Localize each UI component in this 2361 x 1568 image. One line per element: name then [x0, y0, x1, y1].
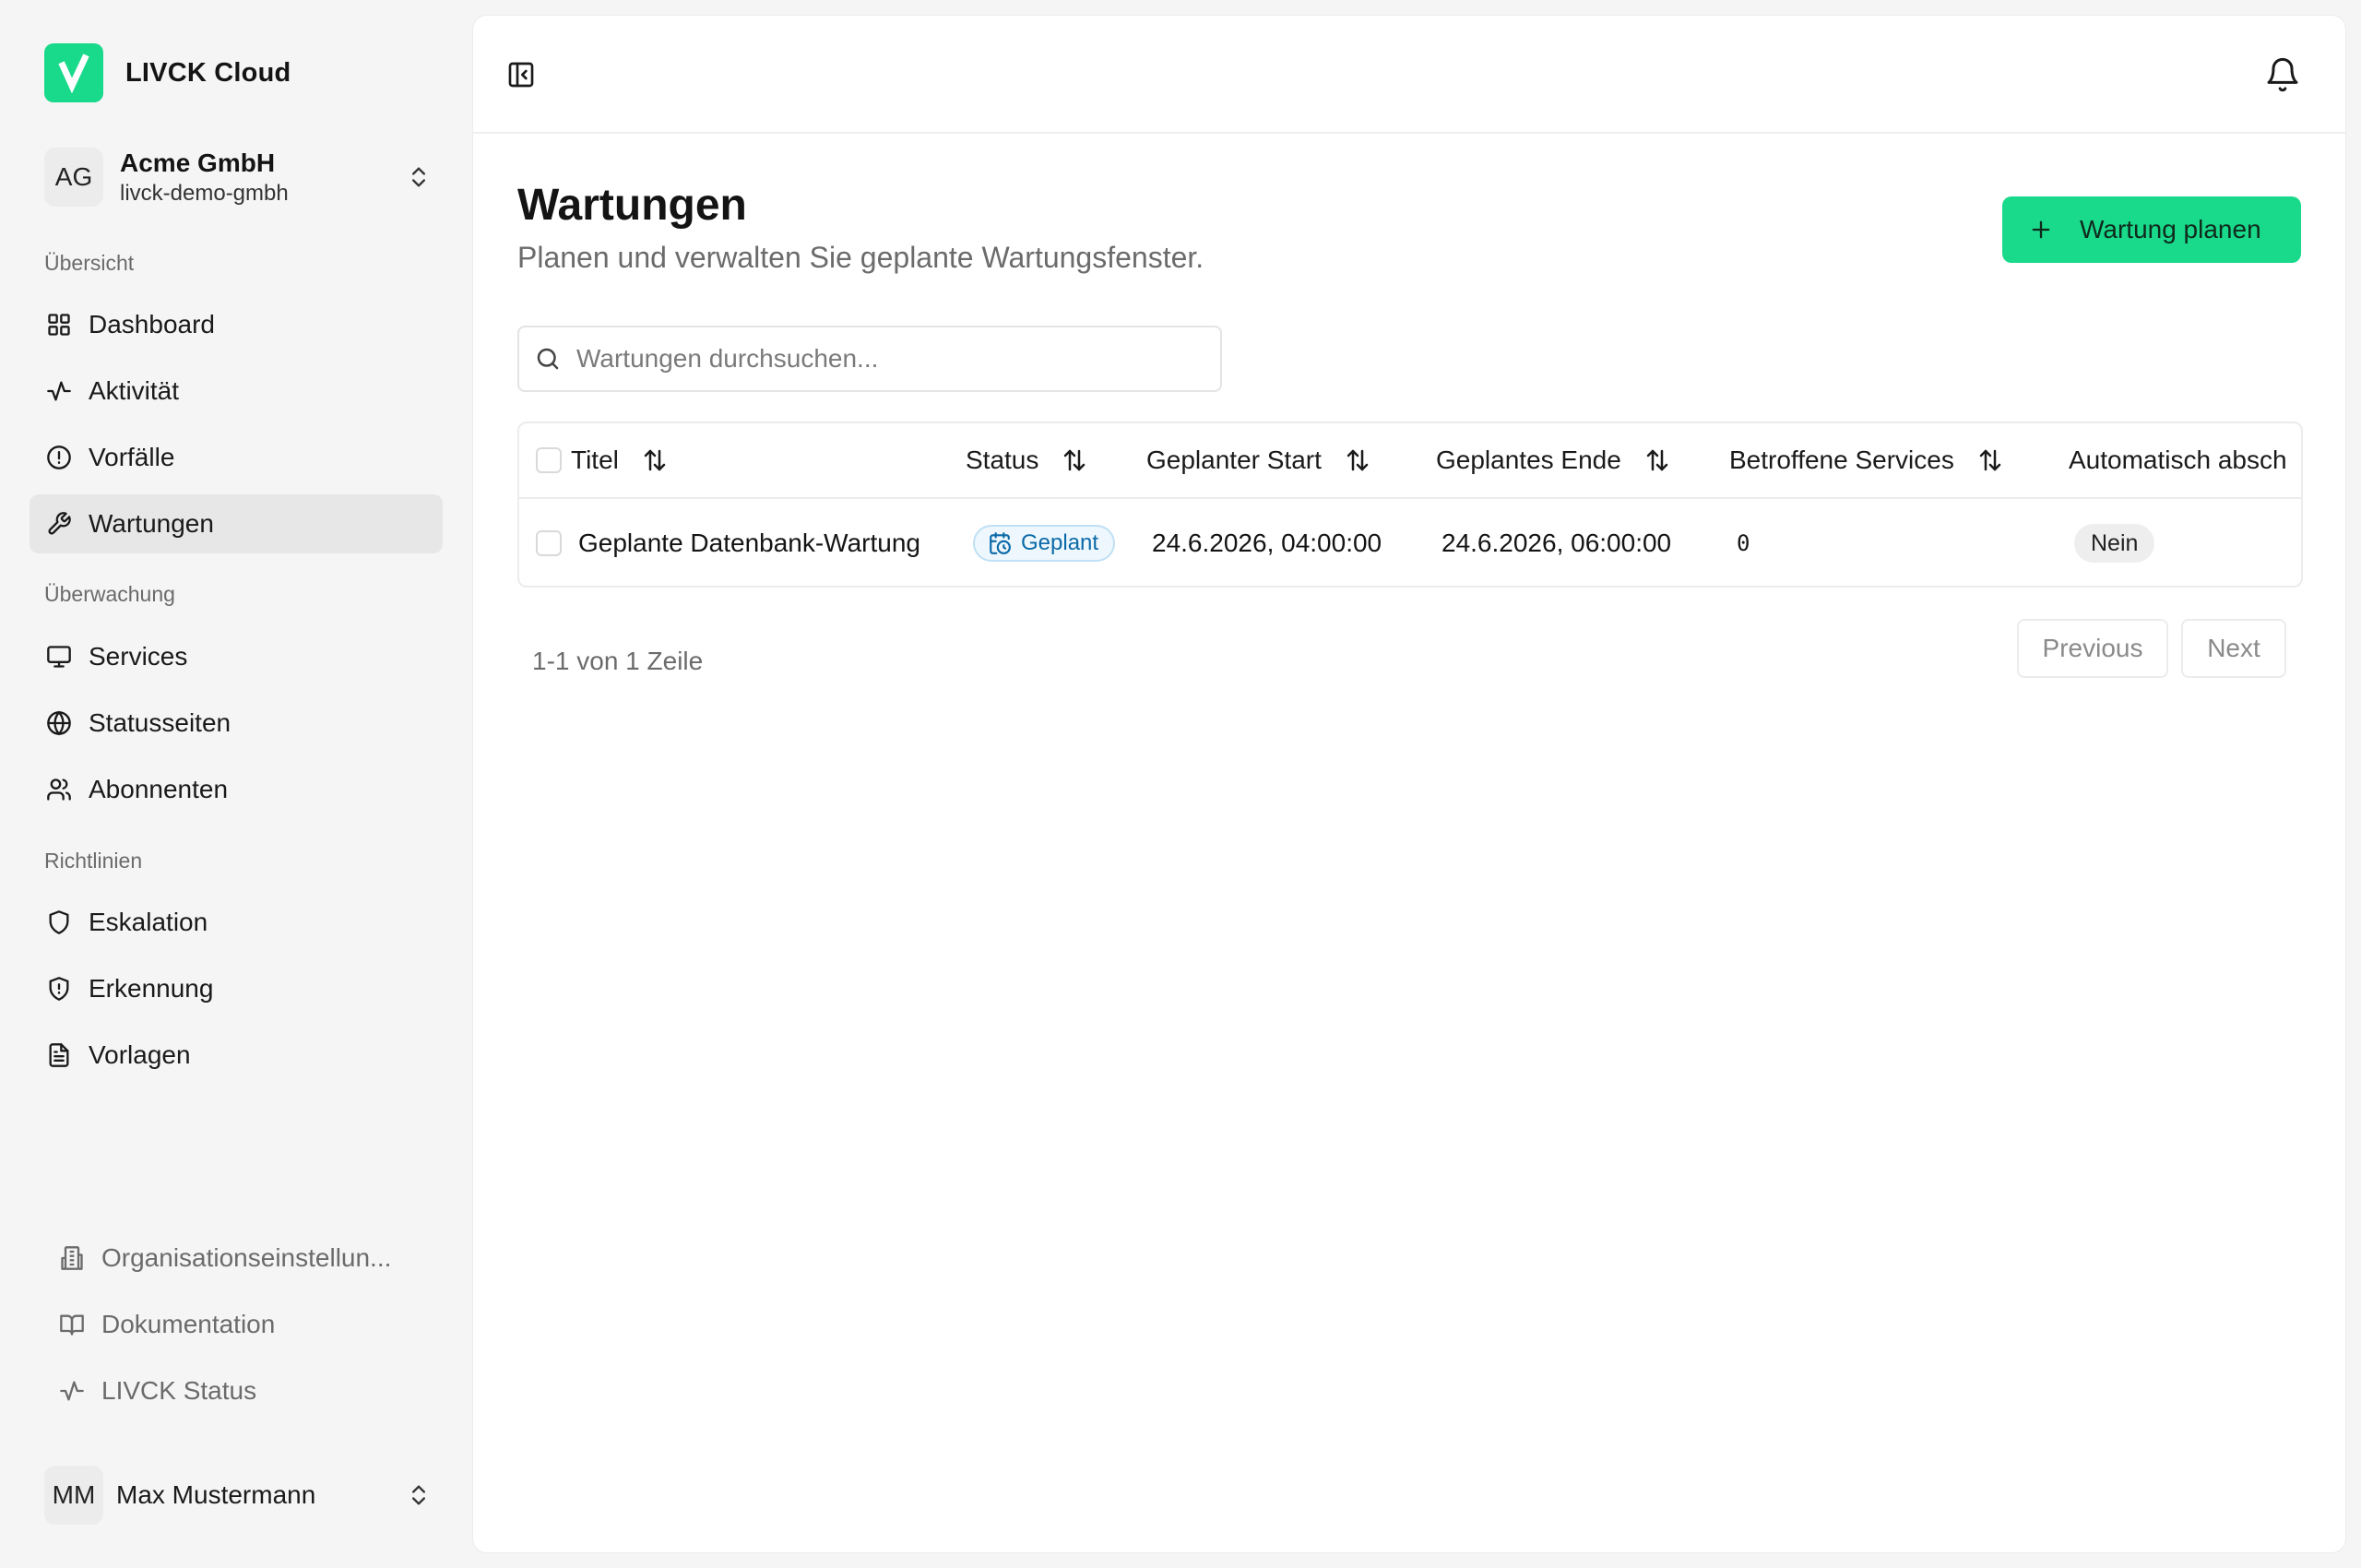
activity-pulse-icon — [44, 376, 74, 406]
column-header-end[interactable]: Geplantes Ende — [1436, 445, 1671, 475]
section-label-policies: Richtlinien — [44, 849, 143, 873]
sidebar-item-label: Dashboard — [89, 310, 215, 339]
file-text-icon — [44, 1040, 74, 1070]
brand-name: LIVCK Cloud — [125, 57, 291, 88]
column-header-status[interactable]: Status — [966, 445, 1088, 475]
layout-grid-icon — [44, 310, 74, 339]
sidebar-item-livck-status[interactable]: LIVCK Status — [44, 1363, 432, 1419]
table-row[interactable]: Geplante Datenbank-Wartung Geplant 24.6.… — [519, 499, 2301, 586]
sidebar-item-dashboard[interactable]: Dashboard — [30, 295, 443, 354]
bell-icon[interactable] — [2264, 56, 2301, 93]
sidebar-item-maintenance[interactable]: Wartungen — [30, 494, 443, 553]
sidebar: LIVCK Cloud AG Acme GmbH livck-demo-gmbh… — [0, 0, 472, 1568]
brand[interactable]: LIVCK Cloud — [44, 43, 291, 102]
search-icon — [534, 345, 562, 373]
alert-circle-icon — [44, 443, 74, 472]
sidebar-item-escalation[interactable]: Eskalation — [30, 893, 443, 952]
row-start: 24.6.2026, 04:00:00 — [1152, 529, 1382, 557]
sidebar-item-subscribers[interactable]: Abonnenten — [30, 760, 443, 819]
book-open-icon — [57, 1310, 87, 1339]
sidebar-item-label: LIVCK Status — [101, 1376, 257, 1405]
column-header-services[interactable]: Betroffene Services — [1729, 445, 2004, 475]
select-all-checkbox[interactable] — [536, 447, 562, 473]
next-page-button[interactable]: Next — [2181, 619, 2286, 678]
page-title: Wartungen — [517, 181, 747, 230]
column-header-auto-complete[interactable]: Automatisch absch — [2069, 445, 2287, 475]
sidebar-item-templates[interactable]: Vorlagen — [30, 1026, 443, 1085]
shield-icon — [44, 908, 74, 937]
arrow-up-down-icon — [1061, 446, 1088, 474]
sidebar-item-label: Erkennung — [89, 974, 214, 1003]
topbar — [473, 16, 2345, 134]
pagination-summary: 1-1 von 1 Zeile — [532, 647, 704, 675]
schedule-maintenance-button[interactable]: Wartung planen — [2002, 196, 2301, 263]
sidebar-item-label: Organisationseinstellun... — [101, 1243, 392, 1272]
users-icon — [44, 775, 74, 804]
sidebar-item-label: Vorfälle — [89, 443, 175, 471]
sidebar-item-incidents[interactable]: Vorfälle — [30, 428, 443, 487]
sidebar-item-label: Statusseiten — [89, 708, 231, 737]
row-end: 24.6.2026, 06:00:00 — [1442, 529, 1672, 557]
panel-left-close-icon[interactable] — [506, 60, 536, 89]
calendar-clock-icon — [988, 531, 1012, 555]
sidebar-item-label: Services — [89, 642, 188, 671]
search-input[interactable] — [576, 344, 1185, 374]
row-services: 0 — [1737, 530, 1750, 556]
chevrons-up-down-icon — [406, 1482, 432, 1508]
sidebar-item-label: Vorlagen — [89, 1040, 191, 1069]
activity-pulse-icon — [57, 1376, 87, 1406]
chevrons-up-down-icon — [406, 164, 432, 190]
arrow-up-down-icon — [641, 446, 669, 474]
arrow-up-down-icon — [1344, 446, 1371, 474]
user-menu[interactable]: MM Max Mustermann — [30, 1462, 443, 1528]
sidebar-item-label: Wartungen — [89, 509, 214, 538]
sidebar-item-label: Abonnenten — [89, 775, 229, 803]
building-icon — [57, 1243, 87, 1273]
row-title[interactable]: Geplante Datenbank-Wartung — [578, 529, 920, 558]
sidebar-item-label: Aktivität — [89, 376, 180, 405]
table-header: Titel Status Geplanter Start Geplantes E… — [519, 423, 2301, 499]
sidebar-item-label: Dokumentation — [101, 1310, 276, 1338]
maintenance-table: Titel Status Geplanter Start Geplantes E… — [517, 422, 2303, 588]
column-header-start[interactable]: Geplanter Start — [1146, 445, 1371, 475]
organization-switcher[interactable]: AG Acme GmbH livck-demo-gmbh — [30, 138, 443, 216]
page-subtitle: Planen und verwalten Sie geplante Wartun… — [517, 241, 1204, 274]
org-slug: livck-demo-gmbh — [120, 181, 289, 206]
sidebar-item-activity[interactable]: Aktivität — [30, 362, 443, 421]
plus-icon — [2028, 217, 2054, 243]
globe-icon — [44, 708, 74, 738]
sidebar-item-detection[interactable]: Erkennung — [30, 959, 443, 1018]
org-name: Acme GmbH — [120, 148, 276, 177]
sidebar-item-org-settings[interactable]: Organisationseinstellun... — [44, 1230, 432, 1286]
check-logo-icon — [44, 43, 103, 102]
section-label-monitoring: Überwachung — [44, 582, 175, 606]
auto-complete-badge: Nein — [2074, 524, 2155, 563]
section-label-overview: Übersicht — [44, 251, 135, 275]
status-badge: Geplant — [973, 525, 1116, 562]
wrench-icon — [44, 509, 74, 539]
user-name: Max Mustermann — [116, 1480, 316, 1509]
previous-page-button[interactable]: Previous — [2017, 619, 2168, 678]
sidebar-item-docs[interactable]: Dokumentation — [44, 1297, 432, 1352]
monitor-icon — [44, 642, 74, 671]
search-box — [517, 326, 1222, 392]
sidebar-item-label: Eskalation — [89, 908, 208, 936]
org-avatar: AG — [44, 148, 103, 207]
schedule-maintenance-label: Wartung planen — [2080, 215, 2261, 244]
column-header-title[interactable]: Titel — [571, 445, 669, 475]
row-checkbox[interactable] — [536, 530, 562, 556]
main-panel: Wartungen Planen und verwalten Sie gepla… — [472, 15, 2346, 1553]
sidebar-item-statuspages[interactable]: Statusseiten — [30, 694, 443, 753]
arrow-up-down-icon — [1643, 446, 1671, 474]
sidebar-item-services[interactable]: Services — [30, 627, 443, 686]
shield-alert-icon — [44, 974, 74, 1004]
arrow-up-down-icon — [1976, 446, 2004, 474]
user-avatar: MM — [44, 1466, 103, 1525]
